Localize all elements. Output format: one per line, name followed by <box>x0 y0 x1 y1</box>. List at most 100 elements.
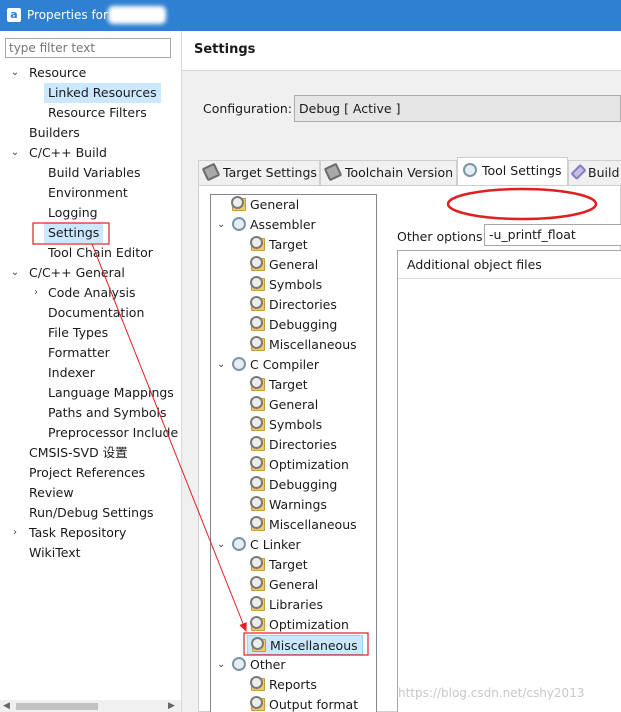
tool-node-other[interactable]: Other <box>232 655 286 675</box>
node-label: Assembler <box>250 217 316 232</box>
nav-item-cmsis-svd[interactable]: CMSIS-SVD 设置 <box>29 443 128 463</box>
options-folder-icon <box>250 236 265 251</box>
tab-build-steps[interactable]: Build <box>568 160 621 185</box>
scroll-right-icon[interactable]: ▶ <box>168 700 175 712</box>
nav-item-run-debug-settings[interactable]: Run/Debug Settings <box>29 503 154 523</box>
tool-node-general[interactable]: General <box>231 195 300 215</box>
chevron-right-icon[interactable]: › <box>10 523 20 543</box>
tool-icon <box>232 537 246 551</box>
tool-node-asm-general[interactable]: General <box>250 255 319 275</box>
tool-node-other-reports[interactable]: Reports <box>250 675 317 695</box>
nav-item-preprocessor-include[interactable]: Preprocessor Include <box>48 423 178 443</box>
nav-item-linked-resources[interactable]: Linked Resources <box>44 83 161 103</box>
chevron-down-icon[interactable]: ⌄ <box>10 263 20 283</box>
tool-node-asm-target[interactable]: Target <box>250 235 308 255</box>
node-label: General <box>250 197 300 212</box>
tool-node-cc-directories[interactable]: Directories <box>250 435 337 455</box>
nav-item-settings[interactable]: Settings <box>44 223 104 243</box>
nav-item-documentation[interactable]: Documentation <box>48 303 144 323</box>
tool-node-c-compiler[interactable]: C Compiler <box>232 355 319 375</box>
tool-node-ld-optimization[interactable]: Optimization <box>250 615 349 635</box>
nav-item-review[interactable]: Review <box>29 483 74 503</box>
tool-node-c-linker[interactable]: C Linker <box>232 535 301 555</box>
additional-object-files-header: Additional object files <box>398 251 621 279</box>
nav-item-cpp-general[interactable]: C/C++ General <box>29 263 125 283</box>
tool-node-asm-symbols[interactable]: Symbols <box>250 275 322 295</box>
scroll-left-icon[interactable]: ◀ <box>3 700 10 712</box>
chevron-down-icon[interactable]: ⌄ <box>217 535 225 555</box>
nav-item-wikitext[interactable]: WikiText <box>29 543 81 563</box>
tool-node-ld-target[interactable]: Target <box>250 555 308 575</box>
tool-node-asm-misc[interactable]: Miscellaneous <box>250 335 357 355</box>
tool-node-cc-warnings[interactable]: Warnings <box>250 495 327 515</box>
tool-node-cc-symbols[interactable]: Symbols <box>250 415 322 435</box>
chevron-down-icon[interactable]: ⌄ <box>10 143 20 163</box>
other-options-label: Other options <box>397 229 483 244</box>
tool-node-ld-libraries[interactable]: Libraries <box>250 595 323 615</box>
tool-node-ld-misc[interactable]: Miscellaneous <box>247 635 363 655</box>
tool-node-cc-target[interactable]: Target <box>250 375 308 395</box>
tool-node-assembler[interactable]: Assembler <box>232 215 316 235</box>
settings-tabs: Target Settings Toolchain Version Tool S… <box>198 157 621 186</box>
nav-item-paths-and-symbols[interactable]: Paths and Symbols <box>48 403 167 423</box>
nav-item-cpp-build[interactable]: C/C++ Build <box>29 143 107 163</box>
node-label: Libraries <box>269 597 323 612</box>
tab-toolchain-version[interactable]: Toolchain Version <box>320 160 457 185</box>
tab-label: Target Settings <box>223 165 317 180</box>
tool-node-ld-general[interactable]: General <box>250 575 318 595</box>
node-label: Miscellaneous <box>270 638 358 653</box>
nav-item-project-references[interactable]: Project References <box>29 463 145 483</box>
options-folder-icon <box>250 576 265 591</box>
chevron-down-icon[interactable]: ⌄ <box>10 63 20 83</box>
nav-item-tool-chain-editor[interactable]: Tool Chain Editor <box>48 243 153 263</box>
other-options-field[interactable]: -u_printf_float <box>484 224 621 246</box>
chevron-down-icon[interactable]: ⌄ <box>217 655 225 675</box>
tool-node-cc-misc[interactable]: Miscellaneous <box>250 515 357 535</box>
tool-node-asm-debugging[interactable]: Debugging <box>250 315 337 335</box>
tab-target-settings[interactable]: Target Settings <box>198 160 320 185</box>
configuration-select[interactable]: Debug [ Active ] <box>294 95 621 122</box>
options-folder-icon <box>250 676 265 691</box>
options-folder-icon <box>250 256 265 271</box>
chevron-right-icon[interactable]: › <box>31 283 41 303</box>
tab-tool-settings[interactable]: Tool Settings <box>457 157 568 186</box>
redacted-project-name <box>108 6 166 24</box>
nav-item-resource-filters[interactable]: Resource Filters <box>48 103 147 123</box>
tool-node-cc-general[interactable]: General <box>250 395 318 415</box>
nav-item-indexer[interactable]: Indexer <box>48 363 95 383</box>
tool-node-cc-optimization[interactable]: Optimization <box>250 455 349 475</box>
options-folder-icon <box>251 637 266 652</box>
tool-icon <box>232 357 246 371</box>
nav-item-build-variables[interactable]: Build Variables <box>48 163 140 183</box>
nav-item-code-analysis[interactable]: Code Analysis <box>48 283 135 303</box>
nav-item-formatter[interactable]: Formatter <box>48 343 110 363</box>
tool-settings-icon <box>463 163 477 177</box>
nav-item-task-repository[interactable]: Task Repository <box>29 523 126 543</box>
node-label: Miscellaneous <box>269 517 357 532</box>
tool-icon <box>232 217 246 231</box>
nav-item-logging[interactable]: Logging <box>48 203 98 223</box>
chevron-down-icon[interactable]: ⌄ <box>217 355 225 375</box>
title-bar: a Properties for <box>0 0 621 31</box>
tool-node-other-output[interactable]: Output format <box>250 695 358 712</box>
chevron-down-icon[interactable]: ⌄ <box>217 215 225 235</box>
options-folder-icon <box>250 496 265 511</box>
options-folder-icon <box>250 516 265 531</box>
tool-icon <box>232 657 246 671</box>
options-folder-icon <box>250 556 265 571</box>
tool-node-asm-directories[interactable]: Directories <box>250 295 337 315</box>
filter-input[interactable] <box>5 38 171 58</box>
nav-item-language-mappings[interactable]: Language Mappings <box>48 383 174 403</box>
node-label: Other <box>250 657 286 672</box>
nav-item-resource[interactable]: Resource <box>29 63 86 83</box>
nav-item-environment[interactable]: Environment <box>48 183 128 203</box>
options-folder-icon <box>231 196 246 211</box>
tool-settings-tree[interactable]: General ⌄ Assembler Target General Symbo… <box>210 194 377 712</box>
additional-object-files-list[interactable]: Additional object files <box>397 250 621 712</box>
scrollbar-thumb[interactable] <box>16 703 98 710</box>
tool-node-cc-debugging[interactable]: Debugging <box>250 475 337 495</box>
nav-item-file-types[interactable]: File Types <box>48 323 108 343</box>
horizontal-scrollbar[interactable]: ◀ ▶ <box>0 700 181 712</box>
node-label: General <box>269 257 319 272</box>
nav-item-builders[interactable]: Builders <box>29 123 80 143</box>
